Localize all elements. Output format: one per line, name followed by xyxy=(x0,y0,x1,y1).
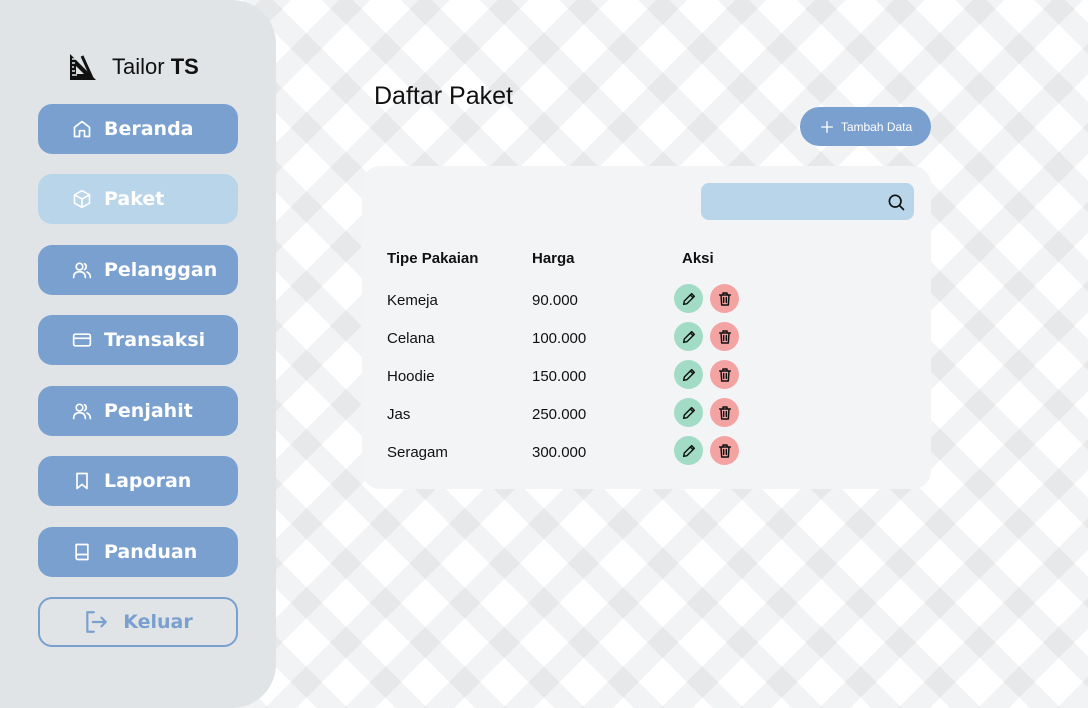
sidebar-item-label: Beranda xyxy=(104,118,194,140)
cell-tipe: Seragam xyxy=(387,444,448,461)
box-icon xyxy=(73,189,91,209)
sidebar-item-panduan[interactable]: Panduan xyxy=(38,527,238,577)
sidebar-item-beranda[interactable]: Beranda xyxy=(38,104,238,154)
logout-label: Keluar xyxy=(123,611,193,633)
bookmark-icon xyxy=(76,472,88,490)
users-icon xyxy=(72,262,92,279)
pencil-icon xyxy=(682,406,695,419)
add-data-label: Tambah Data xyxy=(840,119,913,134)
search-input[interactable] xyxy=(701,183,881,220)
header-aksi: Aksi xyxy=(682,250,714,267)
table-row: Jas 250.000 xyxy=(362,398,931,432)
row-actions xyxy=(674,398,739,427)
sidebar-item-label: Penjahit xyxy=(104,400,193,422)
pencil-icon xyxy=(682,330,695,343)
table-row: Kemeja 90.000 xyxy=(362,284,931,318)
delete-button[interactable] xyxy=(710,322,739,351)
trash-icon xyxy=(718,291,731,306)
pencil-icon xyxy=(682,368,695,381)
logout-button[interactable]: Keluar xyxy=(38,597,238,647)
sidebar-item-laporan[interactable]: Laporan xyxy=(38,456,238,506)
edit-button[interactable] xyxy=(674,398,703,427)
row-actions xyxy=(674,360,739,389)
table-row: Seragam 300.000 xyxy=(362,436,931,470)
delete-button[interactable] xyxy=(710,398,739,427)
sidebar-item-label: Paket xyxy=(104,188,165,210)
card-icon xyxy=(72,333,92,347)
cell-tipe: Kemeja xyxy=(387,292,438,309)
delete-button[interactable] xyxy=(710,436,739,465)
cell-tipe: Jas xyxy=(387,406,411,423)
trash-icon xyxy=(718,329,731,344)
cell-tipe: Hoodie xyxy=(387,368,435,385)
table-row: Celana 100.000 xyxy=(362,322,931,356)
book-icon xyxy=(75,543,89,561)
home-icon xyxy=(73,120,91,138)
sidebar-item-transaksi[interactable]: Transaksi xyxy=(38,315,238,365)
cell-tipe: Celana xyxy=(387,330,435,347)
sidebar-item-penjahit[interactable]: Penjahit xyxy=(38,386,238,436)
row-actions xyxy=(674,284,739,313)
header-tipe-pakaian: Tipe Pakaian xyxy=(387,250,479,267)
edit-button[interactable] xyxy=(674,436,703,465)
sidebar-item-label: Panduan xyxy=(104,541,198,563)
pencil-icon xyxy=(682,444,695,457)
delete-button[interactable] xyxy=(710,284,739,313)
package-table-card: Tipe Pakaian Harga Aksi Kemeja 90.000 Ce… xyxy=(362,166,931,489)
row-actions xyxy=(674,436,739,465)
cell-harga: 250.000 xyxy=(532,406,587,423)
search-icon[interactable] xyxy=(886,192,906,212)
cell-harga: 90.000 xyxy=(532,292,578,309)
cell-harga: 300.000 xyxy=(532,444,587,461)
ruler-square-icon xyxy=(70,54,96,80)
row-actions xyxy=(674,322,739,351)
logout-icon xyxy=(86,611,108,633)
add-data-button[interactable]: Tambah Data xyxy=(800,107,931,146)
trash-icon xyxy=(718,367,731,382)
sidebar-item-label: Pelanggan xyxy=(104,259,218,281)
pencil-icon xyxy=(682,292,695,305)
sidebar-item-label: Transaksi xyxy=(104,329,206,351)
users-icon xyxy=(72,403,92,420)
table-row: Hoodie 150.000 xyxy=(362,360,931,394)
header-harga: Harga xyxy=(532,250,575,267)
sidebar-item-paket[interactable]: Paket xyxy=(38,174,238,224)
search-box xyxy=(701,183,914,220)
sidebar: Tailor TS Beranda Paket Pelanggan Transa… xyxy=(0,0,276,708)
brand-name: Tailor TS xyxy=(112,54,199,79)
edit-button[interactable] xyxy=(674,284,703,313)
sidebar-item-pelanggan[interactable]: Pelanggan xyxy=(38,245,238,295)
plus-icon xyxy=(820,120,833,133)
trash-icon xyxy=(718,405,731,420)
delete-button[interactable] xyxy=(710,360,739,389)
cell-harga: 100.000 xyxy=(532,330,587,347)
trash-icon xyxy=(718,443,731,458)
page-title: Daftar Paket xyxy=(374,82,513,110)
edit-button[interactable] xyxy=(674,360,703,389)
brand: Tailor TS xyxy=(68,52,199,82)
cell-harga: 150.000 xyxy=(532,368,587,385)
edit-button[interactable] xyxy=(674,322,703,351)
sidebar-item-label: Laporan xyxy=(104,470,192,492)
